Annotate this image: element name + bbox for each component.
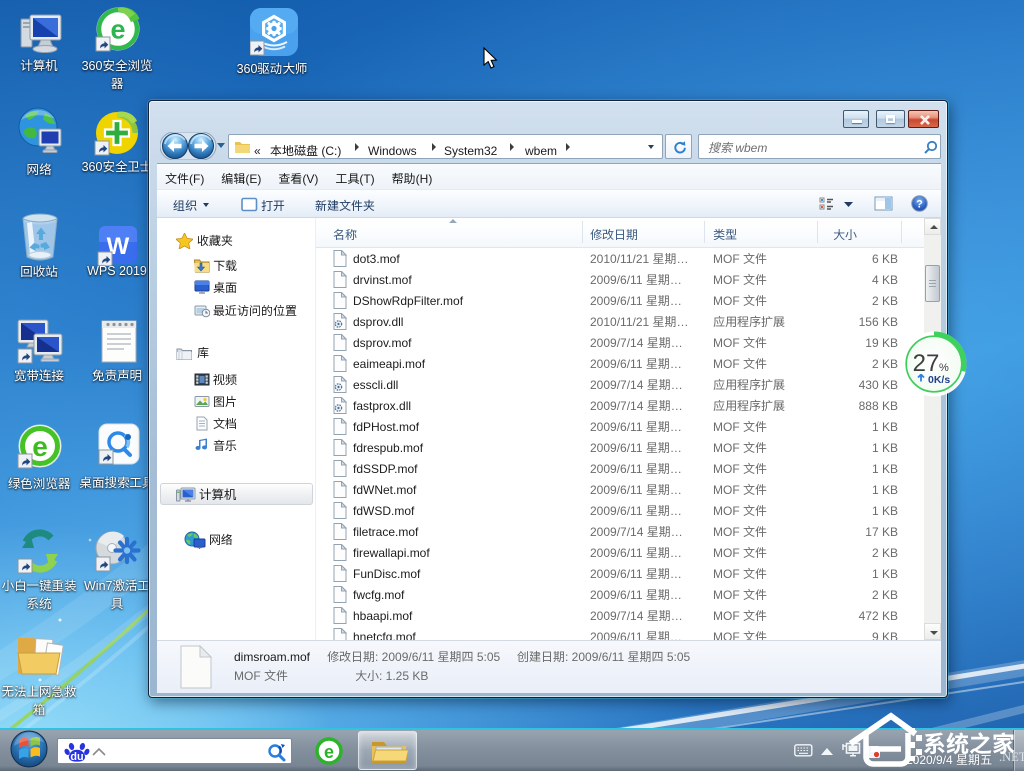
svg-text:e: e — [324, 742, 334, 762]
svg-text:%: % — [939, 362, 949, 374]
svg-text:du: du — [70, 751, 83, 763]
svg-text:e: e — [110, 15, 125, 45]
svg-text:0K/s: 0K/s — [928, 374, 950, 386]
svg-text:27: 27 — [913, 350, 940, 377]
svg-text:?: ? — [916, 199, 923, 211]
svg-text:e: e — [32, 431, 48, 462]
